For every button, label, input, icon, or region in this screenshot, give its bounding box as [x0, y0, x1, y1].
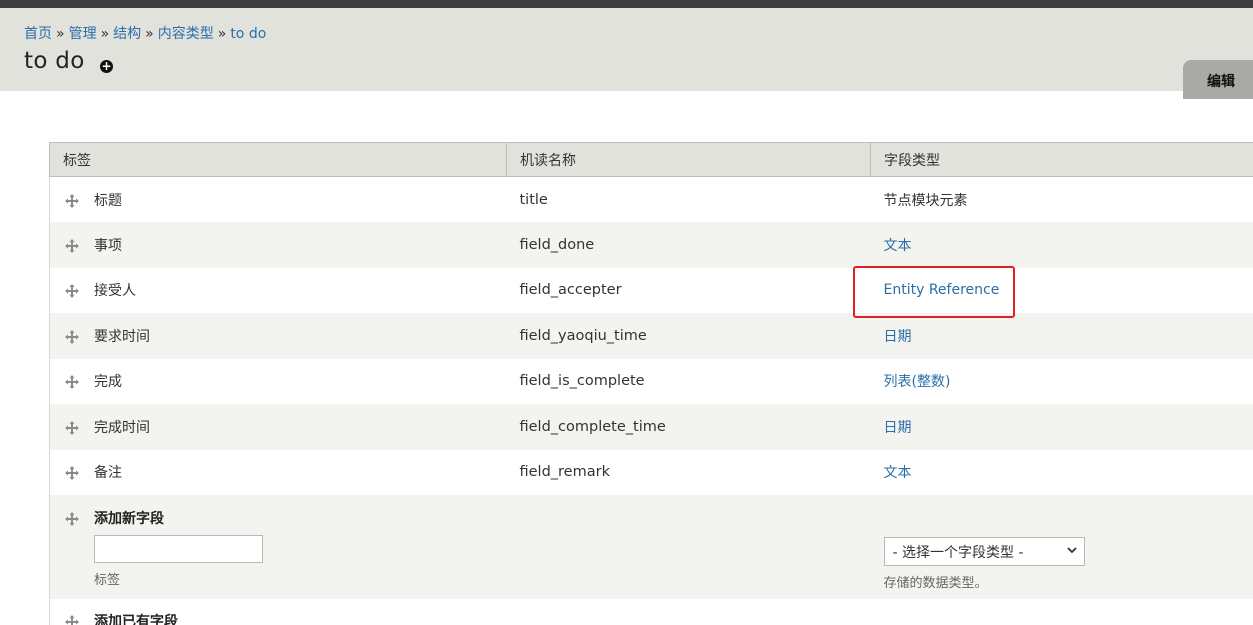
field-type-cell: 文本 — [870, 222, 1253, 268]
tab-edit[interactable]: 编辑 — [1183, 60, 1253, 99]
breadcrumb-current[interactable]: to do — [230, 26, 266, 42]
drag-handle-icon[interactable] — [64, 511, 80, 527]
field-type-link[interactable]: Entity Reference — [884, 282, 1000, 298]
breadcrumb-admin[interactable]: 管理 — [69, 26, 97, 42]
field-label: 要求时间 — [94, 328, 150, 345]
field-machine-name: title — [506, 176, 871, 222]
table-row: 标题 title 节点模块元素 — [49, 176, 1253, 222]
drag-handle-icon[interactable] — [64, 420, 80, 436]
field-machine-name: field_done — [506, 222, 871, 268]
new-field-label-description: 标签 — [94, 573, 121, 588]
field-machine-name: field_yaoqiu_time — [506, 313, 871, 359]
plus-circle-icon[interactable]: + — [100, 60, 113, 73]
table-row: 完成 field_is_complete 列表(整数) — [49, 358, 1253, 404]
field-label: 标题 — [94, 192, 122, 209]
field-type-select[interactable]: - 选择一个字段类型 - — [883, 537, 1085, 566]
field-label: 事项 — [94, 237, 122, 254]
field-type-text: 节点模块元素 — [883, 192, 968, 209]
breadcrumb-structure[interactable]: 结构 — [113, 26, 141, 42]
breadcrumb-separator: » — [145, 26, 154, 42]
breadcrumb-content-types[interactable]: 内容类型 — [158, 26, 214, 42]
add-existing-field-title: 添加已有字段 — [94, 614, 178, 625]
page-title: to do — [24, 48, 85, 74]
admin-toolbar — [0, 0, 1253, 8]
table-header-row: 标签 机读名称 字段类型 — [49, 142, 1253, 177]
field-type-link[interactable]: 列表(整数) — [884, 374, 951, 390]
breadcrumb-home[interactable]: 首页 — [24, 26, 52, 42]
fields-table: 标签 机读名称 字段类型 标题 title 节点模块元素事项 field_done 文本… — [49, 142, 1253, 625]
field-label: 完成 — [94, 374, 122, 391]
field-machine-name: field_remark — [506, 449, 871, 495]
field-type-cell: 文本 — [870, 449, 1253, 495]
field-type-cell: Entity Reference — [870, 267, 1253, 313]
table-row: 完成时间 field_complete_time 日期 — [49, 404, 1253, 450]
field-type-link[interactable]: 日期 — [884, 329, 912, 345]
field-type-link[interactable]: 文本 — [884, 238, 912, 254]
field-label: 完成时间 — [94, 419, 150, 436]
field-machine-name: field_complete_time — [506, 404, 871, 450]
breadcrumb-separator: » — [56, 26, 65, 42]
field-type-cell: 日期 — [870, 404, 1253, 450]
new-field-label-input[interactable] — [94, 535, 263, 563]
column-header-label: 标签 — [49, 142, 507, 177]
breadcrumb-separator: » — [100, 26, 110, 42]
add-new-field-row: 添加新字段 标签 - 选择一个字段类型 - 存储的数据类型。 — [49, 495, 1253, 599]
drag-handle-icon[interactable] — [64, 329, 80, 345]
breadcrumb-separator: » — [217, 26, 227, 42]
field-type-link[interactable]: 日期 — [884, 420, 912, 436]
drag-handle-icon[interactable] — [64, 238, 80, 254]
field-type-cell: 日期 — [870, 313, 1253, 359]
add-new-field-title: 添加新字段 — [94, 511, 164, 527]
table-row: 备注 field_remark 文本 — [49, 449, 1253, 495]
add-existing-field-row: 添加已有字段 — [49, 599, 1253, 625]
field-type-description: 存储的数据类型。 — [883, 576, 988, 591]
field-label: 备注 — [94, 465, 122, 482]
table-row: 要求时间 field_yaoqiu_time 日期 — [49, 313, 1253, 359]
field-type-cell: 列表(整数) — [870, 358, 1253, 404]
field-type-select-value: - 选择一个字段类型 - — [892, 545, 1024, 561]
field-label: 接受人 — [94, 283, 136, 300]
drag-handle-icon[interactable] — [64, 465, 80, 481]
drag-handle-icon[interactable] — [64, 283, 80, 299]
breadcrumb: 首页» 管理» 结构» 内容类型» to do — [24, 23, 266, 43]
table-row: 接受人 field_accepter Entity Reference — [49, 267, 1253, 313]
page-header: 首页» 管理» 结构» 内容类型» to do to do + 编辑 — [0, 8, 1253, 99]
drag-handle-icon[interactable] — [64, 614, 80, 625]
column-header-machine-name: 机读名称 — [506, 142, 871, 177]
field-type-cell: 节点模块元素 — [870, 176, 1253, 222]
field-type-link[interactable]: 文本 — [884, 465, 912, 481]
drag-handle-icon[interactable] — [64, 193, 80, 209]
chevron-down-icon — [1066, 547, 1077, 554]
field-machine-name: field_is_complete — [506, 358, 871, 404]
field-machine-name: field_accepter — [506, 267, 871, 313]
drag-handle-icon[interactable] — [64, 374, 80, 390]
column-header-field-type: 字段类型 — [870, 142, 1253, 177]
table-row: 事项 field_done 文本 — [49, 222, 1253, 268]
